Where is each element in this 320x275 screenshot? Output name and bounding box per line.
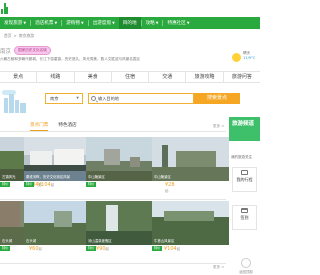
deal-badge: 特价 <box>86 182 97 187</box>
listing-caption: 牛首山风景区 <box>154 239 175 243</box>
listing-caption: 石头城 <box>26 239 37 243</box>
listing-price: ¥104起 <box>38 182 55 188</box>
chevron-down-icon: ▼ <box>112 21 115 25</box>
weather-temp: 11/9°C <box>243 56 256 60</box>
city-badge: 国家历史文化名城 <box>14 46 51 55</box>
nav-item-hotels[interactable]: 酒店机票 ▼ <box>31 17 61 29</box>
chevron-down-icon: ▼ <box>155 21 159 25</box>
listing-caption: 汤山温泉度假区 <box>88 239 112 243</box>
chevron-down-icon: ▼ <box>54 21 58 25</box>
listing-caption: 中山陵景区 <box>154 175 171 179</box>
listing-price: ¥90起 <box>96 246 109 252</box>
deal-badge: 特价 <box>86 246 97 251</box>
travel-promo-banner[interactable]: 旅游频道 <box>229 117 260 141</box>
tab-tickets[interactable]: 景点门票 <box>30 122 49 131</box>
category-qa[interactable]: 旅游问答 <box>224 72 260 82</box>
category-transport[interactable]: 交通 <box>149 72 187 82</box>
listing-caption: 石头城 <box>2 239 13 243</box>
search-input[interactable]: 输入目的地 <box>88 93 194 104</box>
breadcrumb-separator: > <box>13 33 17 38</box>
back-to-top-button[interactable]: 返回顶部 <box>236 258 256 274</box>
category-lodging[interactable]: 住宿 <box>112 72 150 82</box>
sidebar-item-label: 我的行程 <box>236 177 253 182</box>
listing-tabs: 景点门票 特色酒店 <box>30 122 77 131</box>
listing-price: ¥104起 <box>164 246 181 252</box>
sidebar-item-checkin[interactable]: 签到 <box>232 205 257 230</box>
search-button[interactable]: 搜索景点 <box>194 93 240 104</box>
nav-item-vacation[interactable]: 出游度假 ▼ <box>89 17 119 29</box>
nav-item-guides[interactable]: 攻略 ▼ <box>142 17 163 29</box>
category-food[interactable]: 美食 <box>75 72 112 82</box>
promo-text: 旅游频道 <box>232 121 255 127</box>
deal-badge: 特价 <box>152 246 163 251</box>
nav-item-community[interactable]: 特惠社区 ▼ <box>163 17 193 29</box>
breadcrumb-current: 南京旅游 <box>18 33 34 38</box>
deal-badge: 特价 <box>0 246 11 251</box>
listing-caption: 秦淮河畔，历史文化街区风景 <box>26 175 71 179</box>
sidebar-item-trip[interactable]: 我的行程 <box>232 167 257 192</box>
chevron-down-icon: ▼ <box>186 21 190 25</box>
city-header: 南京 国家历史文化名城 <box>0 46 51 55</box>
divider <box>0 263 226 264</box>
main-nav: 发现旅游 ▼ 酒店机票 ▼ 游购物 ▼ 出游度假 ▼ 目的地 攻略 ▼ 特惠社区 ▼ <box>0 17 260 29</box>
nav-item-destination[interactable]: 目的地 <box>118 17 141 29</box>
breadcrumb: 首页 > 南京旅游 <box>4 33 34 39</box>
listing-caption: 古镇风光 <box>2 175 16 179</box>
divider <box>0 199 226 200</box>
divider <box>0 131 226 132</box>
chevron-down-icon: ▼ <box>76 96 79 100</box>
sidebar-caption: 我的旅游关注 <box>231 155 252 159</box>
city-title: 南京 <box>0 48 12 55</box>
calendar-icon <box>241 208 248 213</box>
city-skyline-icon <box>0 86 30 113</box>
nav-item-discover[interactable]: 发现旅游 ▼ <box>0 17 30 29</box>
category-guides[interactable]: 旅游攻略 <box>186 72 224 82</box>
category-routes[interactable]: 线路 <box>37 72 75 82</box>
breadcrumb-home[interactable]: 首页 <box>4 33 12 39</box>
listing-caption: 中山陵景区 <box>88 175 105 179</box>
tab-hotels[interactable]: 特色酒店 <box>58 122 76 131</box>
deal-badge: 特价 <box>24 182 35 187</box>
arrow-up-icon <box>241 258 251 268</box>
suitcase-icon <box>241 170 248 175</box>
city-select[interactable]: 南京 ▼ <box>45 93 83 104</box>
more-link[interactable]: 更多 > <box>213 265 224 270</box>
city-description: 六朝古都和多朝代都城，长江下游重镇，历史悠久，风光秀美，数人文胜迹与风景名胜区 <box>0 57 141 61</box>
deal-badge: 特价 <box>0 182 11 187</box>
chevron-down-icon: ▼ <box>80 21 84 25</box>
search-icon <box>91 96 96 101</box>
listing-photo: 中山陵景区 <box>152 137 229 181</box>
category-tabs: 景点 线路 美食 住宿 交通 旅游攻略 旅游问答 <box>0 71 260 83</box>
category-attractions[interactable]: 景点 <box>0 72 38 82</box>
listing-price: ¥28起 <box>165 182 175 193</box>
listing-price: ¥60起 <box>29 246 42 252</box>
site-logo-icon[interactable] <box>1 3 8 14</box>
weather-widget: 晴天 11/9°C <box>232 51 256 62</box>
chevron-down-icon: ▼ <box>23 21 27 25</box>
nav-item-shopping[interactable]: 游购物 ▼ <box>62 17 88 29</box>
sidebar-item-label: 签到 <box>240 215 249 220</box>
more-link[interactable]: 更多 > <box>213 124 224 129</box>
sun-icon <box>232 53 241 62</box>
listing-photo: 牛首山风景区 <box>152 201 229 245</box>
